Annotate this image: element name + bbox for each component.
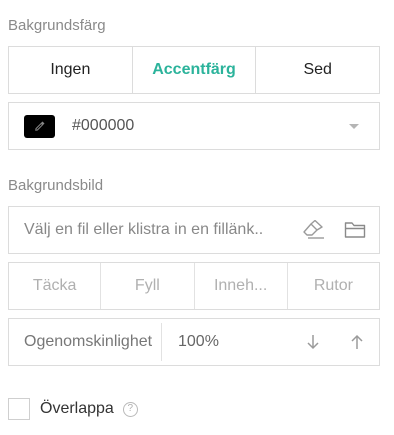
fit-fill-option[interactable]: Fyll [100, 263, 193, 309]
opacity-label: Ogenomskinlighet [24, 333, 153, 350]
opacity-increase-button[interactable] [335, 334, 379, 350]
color-mode-accent-option[interactable]: Accentfärg [131, 47, 256, 93]
color-swatch[interactable] [24, 114, 55, 138]
background-color-label: Bakgrundsfärg [8, 17, 106, 34]
color-mode-none-option[interactable]: Ingen [9, 47, 132, 93]
background-image-label: Bakgrundsbild [8, 177, 104, 194]
color-mode-selector: Ingen Accentfärg Sed [8, 46, 380, 94]
fit-contain-option[interactable]: Inneh... [193, 263, 287, 309]
browse-folder-button[interactable] [343, 221, 367, 239]
arrow-down-icon [307, 335, 319, 350]
overlap-label[interactable]: Överlappa [40, 400, 114, 418]
help-icon[interactable]: ? [122, 401, 138, 417]
opacity-divider [161, 323, 162, 361]
color-hex-value: #000000 [72, 117, 135, 134]
clear-eraser-button[interactable] [301, 220, 327, 240]
folder-icon [344, 222, 366, 238]
opacity-decrease-button[interactable] [291, 334, 335, 350]
image-fit-selector: Täcka Fyll Inneh... Rutor [8, 262, 380, 310]
color-picker-dropdown[interactable]: #000000 [8, 102, 380, 150]
chevron-down-icon [349, 123, 359, 129]
eyedropper-icon [34, 121, 44, 131]
arrow-up-icon [351, 334, 363, 349]
overlap-checkbox[interactable] [8, 398, 30, 420]
fit-tiles-option[interactable]: Rutor [286, 263, 379, 309]
opacity-value[interactable]: 100% [178, 333, 291, 351]
opacity-row: Ogenomskinlighet 100% [8, 318, 380, 366]
background-image-file-row [8, 206, 380, 254]
color-mode-sed-option[interactable]: Sed [255, 47, 379, 93]
fit-cover-option[interactable]: Täcka [9, 263, 100, 309]
file-url-input[interactable] [9, 207, 301, 253]
eraser-icon [303, 220, 324, 239]
overlap-option: Överlappa ? [8, 398, 138, 420]
